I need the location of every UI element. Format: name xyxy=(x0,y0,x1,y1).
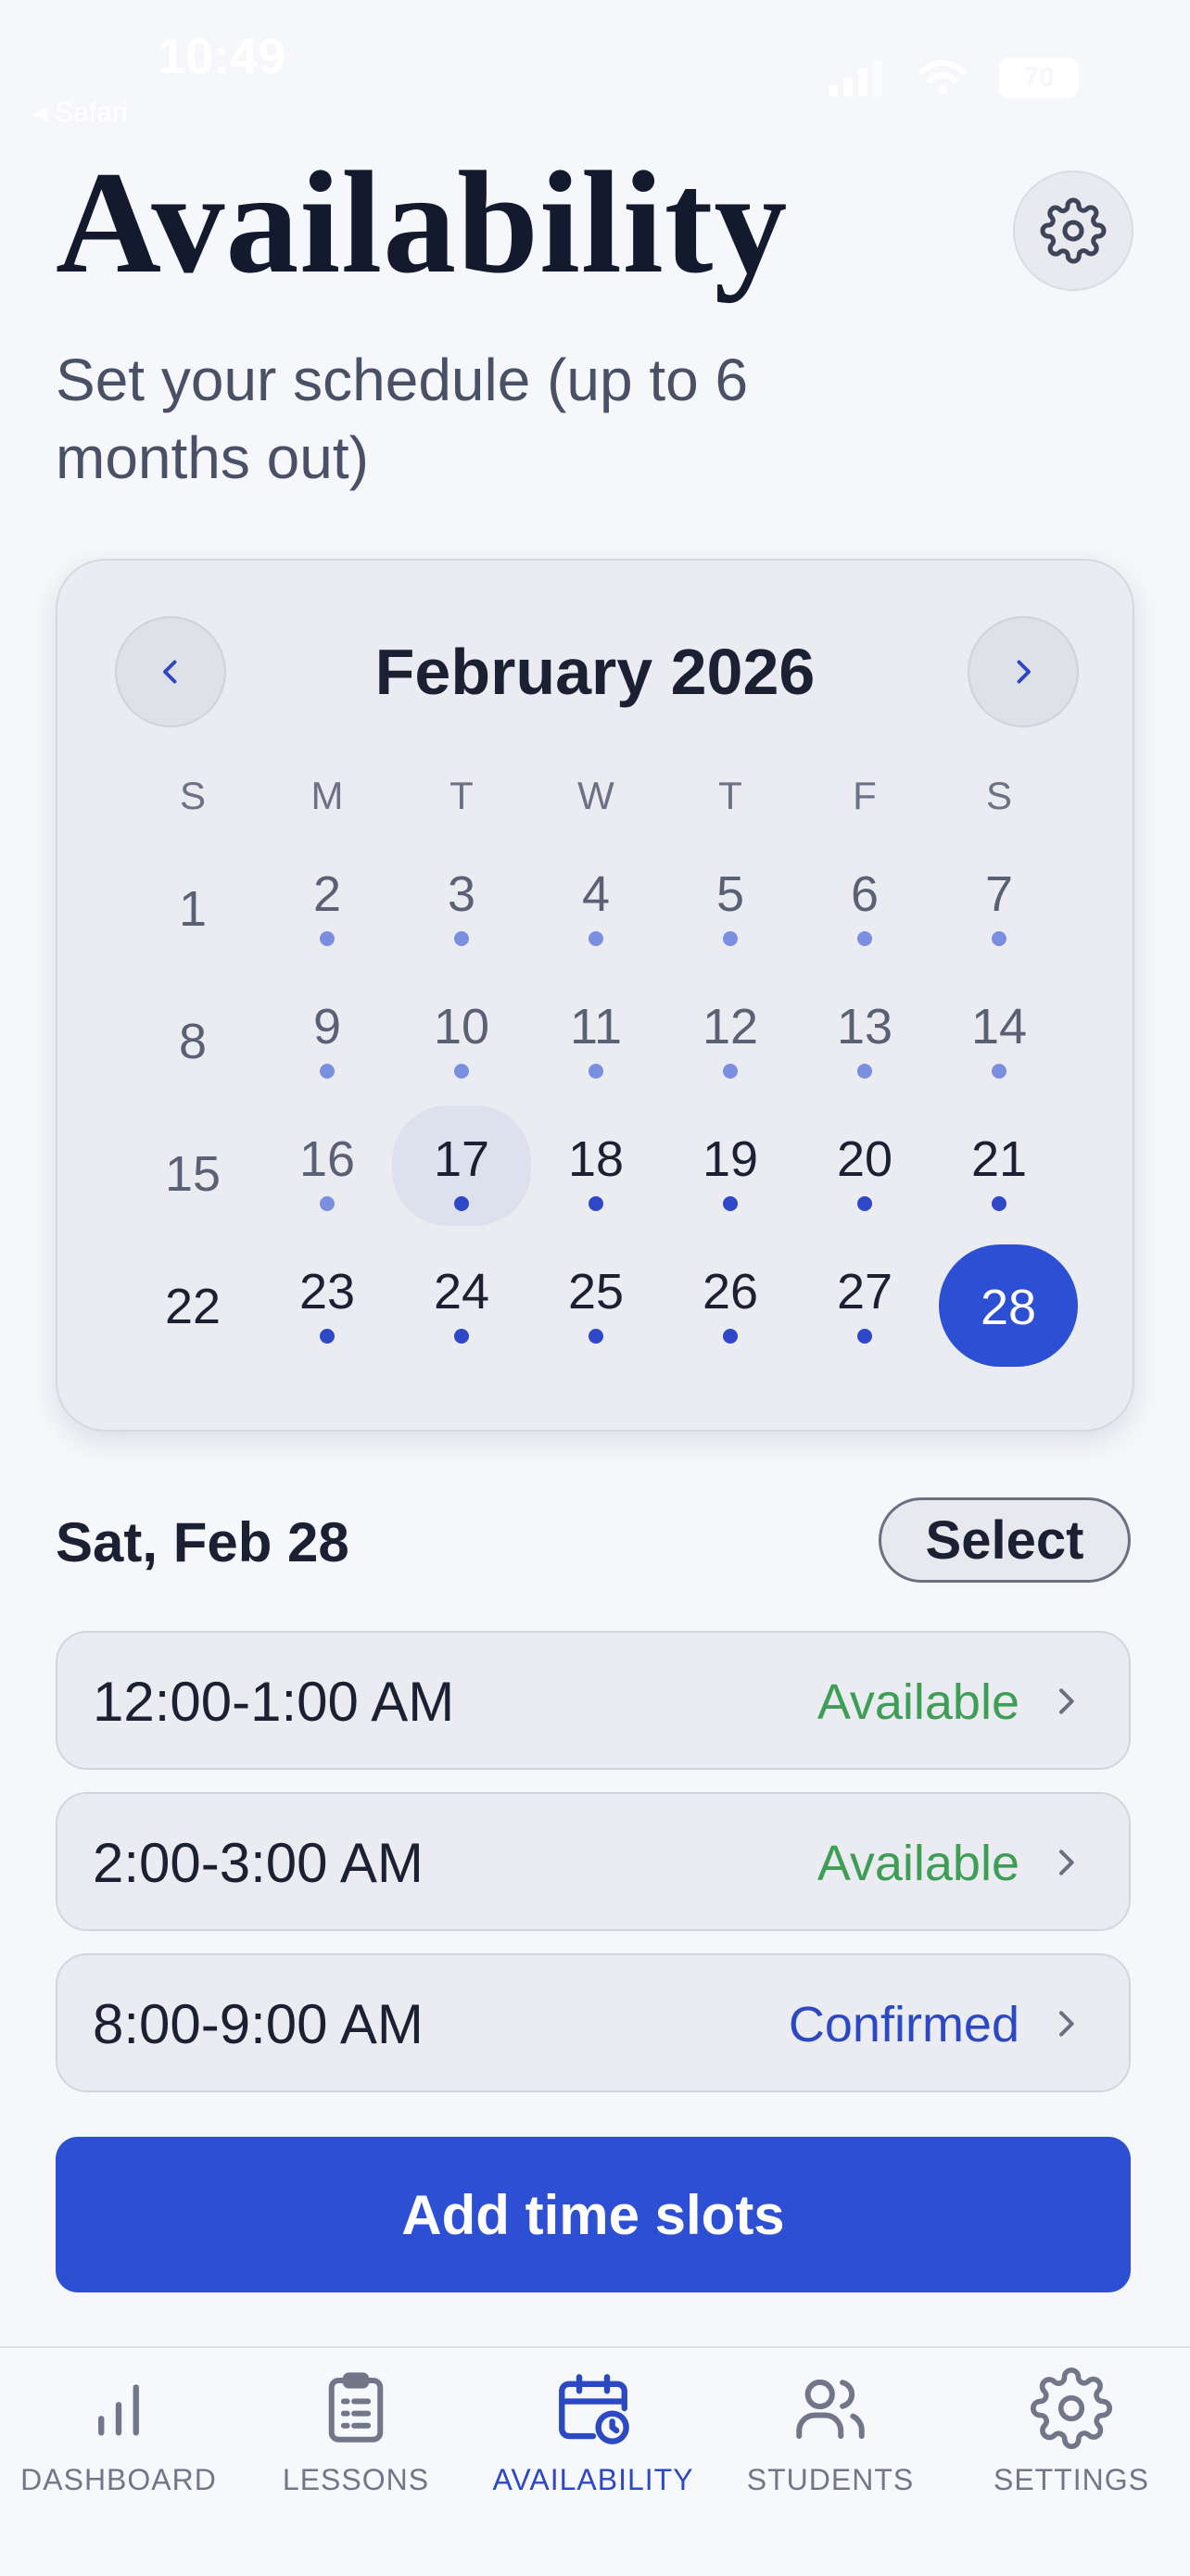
calendar-day[interactable]: 19 xyxy=(661,1105,800,1226)
calendar-day[interactable]: 13 xyxy=(795,973,934,1093)
status-icons: 70 xyxy=(827,57,1079,98)
calendar-day[interactable]: 23 xyxy=(258,1238,397,1358)
gear-icon xyxy=(1040,197,1107,264)
weekday-header: S xyxy=(179,774,206,817)
availability-dot xyxy=(589,1064,603,1079)
calendar-day[interactable]: 18 xyxy=(526,1105,665,1226)
chevron-right-icon xyxy=(1059,1850,1074,1875)
bottom-tab-bar: DASHBOARD LESSONS AVAILABILITY STUDENTS … xyxy=(0,2346,1190,2576)
users-icon xyxy=(712,2367,949,2450)
calendar-day[interactable]: 22 xyxy=(123,1238,262,1358)
chevron-right-icon xyxy=(1017,660,1031,684)
chevron-right-icon xyxy=(1059,2011,1074,2037)
select-button[interactable]: Select xyxy=(879,1497,1131,1583)
slot-time: 8:00-9:00 AM xyxy=(93,1993,424,2055)
availability-dot xyxy=(320,1196,335,1211)
calendar-day[interactable]: 25 xyxy=(526,1238,665,1358)
calendar-day[interactable]: 12 xyxy=(661,973,800,1093)
calendar-day[interactable]: 9 xyxy=(258,973,397,1093)
calendar-day[interactable]: 6 xyxy=(795,840,934,961)
availability-dot xyxy=(454,1196,469,1211)
time-slot-row[interactable]: 12:00-1:00 AM Available xyxy=(56,1631,1131,1770)
next-month-button[interactable] xyxy=(968,616,1079,727)
calendar-day[interactable]: 14 xyxy=(930,973,1069,1093)
wifi-icon xyxy=(918,60,967,95)
weekday-header: W xyxy=(577,774,614,817)
slot-time: 12:00-1:00 AM xyxy=(93,1671,455,1733)
calendar-day[interactable]: 16 xyxy=(258,1105,397,1226)
availability-dot xyxy=(589,1196,603,1211)
add-time-slots-button[interactable]: Add time slots xyxy=(56,2137,1131,2292)
back-to-safari-link[interactable]: ◂ Safari xyxy=(33,96,128,129)
calendar-day-today[interactable]: 17 xyxy=(392,1105,531,1226)
availability-dot xyxy=(589,931,603,946)
selected-date-label: Sat, Feb 28 xyxy=(56,1511,349,1573)
calendar-day[interactable]: 7 xyxy=(930,840,1069,961)
weekday-header: T xyxy=(718,774,742,817)
tab-settings[interactable]: SETTINGS xyxy=(953,2367,1190,2497)
availability-dot xyxy=(992,1064,1006,1079)
calendar-day[interactable]: 8 xyxy=(123,973,262,1093)
calendar-day[interactable]: 24 xyxy=(392,1238,531,1358)
weekday-header: T xyxy=(449,774,474,817)
calendar-day[interactable]: 20 xyxy=(795,1105,934,1226)
calendar-day[interactable]: 15 xyxy=(123,1105,262,1226)
weekday-header: M xyxy=(310,774,344,817)
time-slot-row[interactable]: 2:00-3:00 AM Available xyxy=(56,1792,1131,1931)
cellular-signal-icon xyxy=(829,61,882,96)
gear-icon xyxy=(953,2367,1190,2450)
availability-dot xyxy=(589,1329,603,1344)
battery-indicator: 70 xyxy=(999,57,1079,98)
slot-time: 2:00-3:00 AM xyxy=(93,1832,424,1894)
availability-dot xyxy=(723,1196,738,1211)
availability-dot xyxy=(857,1329,872,1344)
calendar-day-selected[interactable]: 28 xyxy=(939,1244,1078,1367)
calendar-day[interactable]: 27 xyxy=(795,1238,934,1358)
availability-dot xyxy=(320,1064,335,1079)
availability-dot xyxy=(320,1329,335,1344)
calendar-day[interactable]: 4 xyxy=(526,840,665,961)
chart-bar-icon xyxy=(0,2367,237,2450)
calendar-day[interactable]: 5 xyxy=(661,840,800,961)
availability-dot xyxy=(857,931,872,946)
clipboard-icon xyxy=(237,2367,475,2450)
calendar-day[interactable]: 2 xyxy=(258,840,397,961)
settings-button[interactable] xyxy=(1013,170,1133,291)
availability-dot xyxy=(857,1064,872,1079)
availability-dot xyxy=(454,1064,469,1079)
page-title: Availability xyxy=(56,142,789,304)
weekday-header: F xyxy=(853,774,877,817)
availability-dot xyxy=(723,931,738,946)
tab-dashboard[interactable]: DASHBOARD xyxy=(0,2367,237,2497)
slot-status: Available xyxy=(817,1674,1019,1730)
calendar-card: February 2026 S M T W T F S 1 2 3 4 5 6 … xyxy=(56,559,1134,1432)
status-time: 10:49 xyxy=(158,29,286,84)
slot-status: Available xyxy=(817,1836,1019,1891)
calendar-clock-icon xyxy=(475,2367,712,2450)
availability-dot xyxy=(992,1196,1006,1211)
time-slot-row[interactable]: 8:00-9:00 AM Confirmed xyxy=(56,1953,1131,2092)
calendar-day[interactable]: 3 xyxy=(392,840,531,961)
availability-dot xyxy=(454,931,469,946)
weekday-header: S xyxy=(985,774,1012,817)
calendar-day[interactable]: 11 xyxy=(526,973,665,1093)
availability-dot xyxy=(454,1329,469,1344)
tab-availability[interactable]: AVAILABILITY xyxy=(475,2367,712,2497)
slot-status: Confirmed xyxy=(788,1997,1019,2052)
availability-dot xyxy=(857,1196,872,1211)
availability-dot xyxy=(992,931,1006,946)
page-subtitle: Set your schedule (up to 6 months out) xyxy=(56,347,749,491)
availability-dot xyxy=(723,1329,738,1344)
availability-dot xyxy=(723,1064,738,1079)
calendar-day[interactable]: 10 xyxy=(392,973,531,1093)
calendar-day[interactable]: 26 xyxy=(661,1238,800,1358)
calendar-day[interactable]: 21 xyxy=(930,1105,1069,1226)
tab-lessons[interactable]: LESSONS xyxy=(237,2367,475,2497)
calendar-day[interactable]: 1 xyxy=(123,840,262,961)
chevron-right-icon xyxy=(1059,1688,1074,1714)
tab-students[interactable]: STUDENTS xyxy=(712,2367,949,2497)
availability-dot xyxy=(320,931,335,946)
